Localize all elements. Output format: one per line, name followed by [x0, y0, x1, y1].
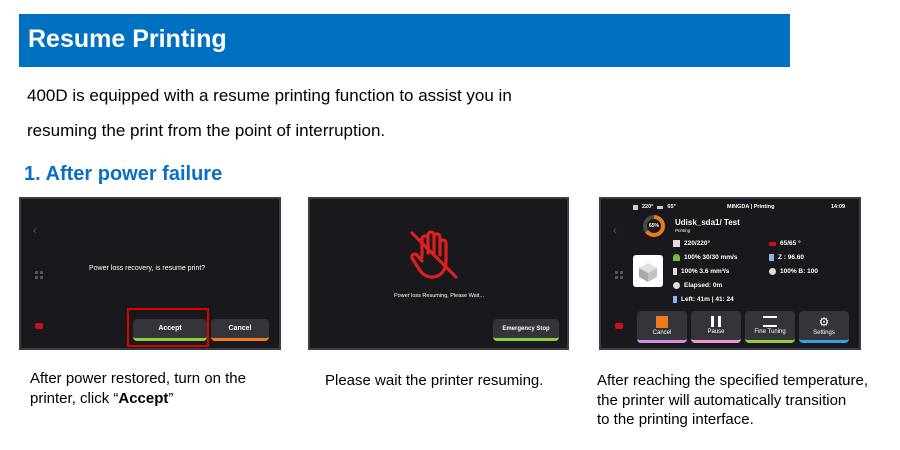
fine-tuning-label: Fine Tuning — [754, 329, 786, 335]
caption-1-post: ” — [168, 390, 174, 407]
back-chevron-icon[interactable]: ‹ — [33, 223, 37, 237]
caption-3-line-2: the printer will automatically transitio… — [597, 392, 847, 409]
z-axis-icon — [769, 254, 774, 261]
emergency-stop-button[interactable]: Emergency Stop — [493, 319, 559, 341]
pause-icon — [711, 316, 721, 327]
caption-1-pre: printer, click “ — [30, 390, 119, 407]
caption-1-line-1: After power restored, turn on the — [30, 370, 246, 387]
screenshot-resuming: Power loss Resuming, Please Wait... Emer… — [308, 197, 569, 350]
clock-icon — [673, 282, 680, 289]
info-nozzle: 220/220° — [673, 240, 710, 247]
cube-icon — [639, 263, 657, 282]
recovery-message: Power loss recovery, is resume print? — [89, 265, 206, 272]
section-heading: 1. After power failure — [24, 163, 223, 185]
screenshot-printing-interface: 220° 65° MINGDA | Printing 14:09 ‹ 65% U… — [599, 197, 861, 350]
status-time: 14:09 — [831, 204, 846, 210]
info-z: Z : 96.60 — [769, 254, 804, 261]
grid-icon — [35, 271, 43, 279]
title-banner: Resume Printing — [19, 14, 790, 67]
resuming-message: Power loss Resuming, Please Wait... — [394, 293, 484, 299]
flow-value: 100% 3.6 mm³/s — [681, 268, 730, 275]
status-title: MINGDA | Printing — [727, 204, 775, 210]
z-value: Z : 96.60 — [778, 254, 805, 261]
alert-icon — [615, 323, 623, 329]
accept-highlight-box — [127, 308, 209, 347]
fan-value: 100% B: 100 — [780, 268, 818, 275]
hourglass-icon — [673, 296, 677, 303]
bed-value: 65/65 ° — [780, 240, 801, 247]
settings-label: Settings — [813, 329, 835, 336]
status-nozzle-temp: 220° — [642, 204, 654, 210]
print-cancel-label: Cancel — [652, 329, 672, 336]
back-chevron-icon[interactable]: ‹ — [613, 223, 617, 237]
intro-line-1: 400D is equipped with a resume printing … — [27, 86, 512, 105]
caption-2: Please wait the printer resuming. — [325, 372, 544, 389]
print-cancel-button[interactable]: Cancel — [637, 311, 687, 343]
page-title: Resume Printing — [28, 25, 227, 53]
sliders-icon — [763, 316, 777, 327]
bed-icon — [657, 205, 664, 209]
caption-3-line-3: to the printing interface. — [597, 411, 754, 428]
pause-label: Pause — [707, 329, 725, 335]
nozzle-value: 220/220° — [684, 240, 711, 247]
settings-button[interactable]: ⚙ Settings — [799, 311, 849, 343]
info-left: Left: 41m | 41: 24 — [673, 296, 734, 303]
info-speed: 100% 30/30 mm/s — [673, 254, 737, 261]
status-bed-temp: 65° — [667, 204, 676, 210]
progress-value: 65% — [648, 223, 659, 229]
gear-icon: ⚙ — [818, 314, 830, 329]
file-state: Printing — [675, 228, 691, 233]
stop-icon — [656, 315, 668, 328]
cancel-button[interactable]: Cancel — [211, 319, 269, 341]
caption-1-line-2: printer, click “Accept” — [30, 389, 173, 409]
flow-icon — [673, 268, 677, 275]
fine-tuning-button[interactable]: Fine Tuning — [745, 311, 795, 343]
alert-icon — [35, 323, 43, 329]
speed-value: 100% 30/30 mm/s — [684, 254, 738, 261]
info-bed: 65/65 ° — [769, 240, 801, 247]
elapsed-value: Elapsed: 0m — [684, 282, 723, 289]
caption-3-line-1: After reaching the specified temperature… — [597, 372, 868, 389]
hand-stop-icon — [410, 230, 458, 279]
pause-button[interactable]: Pause — [691, 311, 741, 343]
caption-1-accept: Accept — [118, 390, 169, 407]
bed-icon — [769, 241, 776, 246]
status-bar-temps: 220° 65° — [633, 204, 676, 210]
fan-icon — [769, 268, 776, 275]
info-fan: 100% B: 100 — [769, 268, 818, 275]
speed-icon — [673, 254, 680, 261]
nozzle-icon — [633, 204, 638, 210]
info-elapsed: Elapsed: 0m — [673, 282, 722, 289]
file-name: Udisk_sda1/ Test — [675, 218, 740, 227]
info-flow: 100% 3.6 mm³/s — [673, 268, 729, 275]
intro-line-2: resuming the print from the point of int… — [27, 121, 386, 140]
nozzle-icon — [673, 240, 680, 247]
left-value: Left: 41m | 41: 24 — [681, 296, 734, 303]
grid-icon — [615, 271, 623, 279]
progress-ring: 65% — [643, 215, 665, 237]
model-thumbnail — [633, 255, 663, 287]
